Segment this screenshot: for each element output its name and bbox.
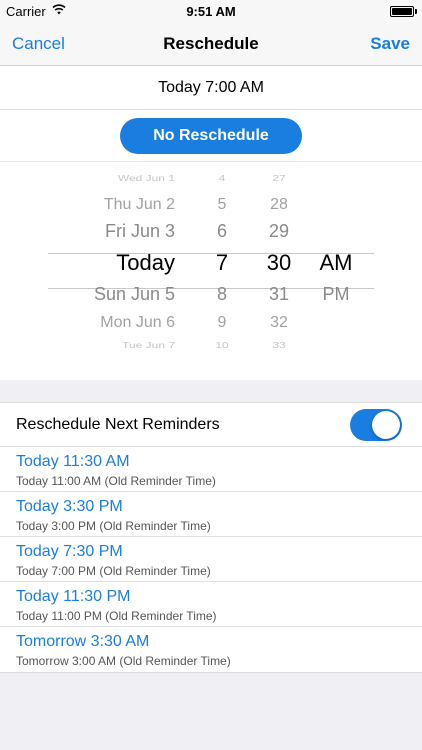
nav-bar: Cancel Reschedule Save	[0, 22, 422, 66]
no-reschedule-area: No Reschedule	[0, 110, 422, 162]
picker-hour[interactable]: 6	[192, 221, 252, 243]
status-bar: Carrier 9:51 AM	[0, 0, 422, 22]
picker-day[interactable]: Thu Jun 2	[104, 195, 175, 214]
reminder-new-time: Today 3:30 PM	[16, 498, 123, 515]
reschedule-next-toggle[interactable]	[350, 409, 402, 441]
reminder-new-time: Today 11:30 PM	[16, 588, 131, 605]
picker-minute[interactable]: 27	[249, 173, 309, 183]
reschedule-next-label: Reschedule Next Reminders	[16, 416, 220, 433]
reminder-row[interactable]: Today 7:30 PM Today 7:00 PM (Old Reminder…	[0, 537, 422, 582]
reminder-row[interactable]: Tomorrow 3:30 AM Tomorrow 3:00 AM (Old Re…	[0, 627, 422, 672]
reminder-row[interactable]: Today 11:30 PM Today 11:00 PM (Old Remind…	[0, 582, 422, 627]
reminder-row[interactable]: Today 11:30 AM Today 11:00 AM (Old Remind…	[0, 447, 422, 492]
picker-ampm[interactable]: PM	[306, 284, 366, 306]
status-time: 9:51 AM	[186, 4, 236, 19]
reminder-list: Today 11:30 AM Today 11:00 AM (Old Remind…	[0, 447, 422, 672]
picker-ampm[interactable]: AM	[306, 250, 366, 276]
picker-hour[interactable]: 4	[192, 173, 252, 183]
picker-minute[interactable]: 33	[249, 340, 309, 350]
reminder-old-time: Today 3:00 PM (Old Reminder Time)	[16, 519, 211, 533]
picker-hour[interactable]: 7	[192, 250, 252, 276]
reminder-new-time: Today 11:30 AM	[16, 453, 130, 470]
reminder-old-time: Today 11:00 AM (Old Reminder Time)	[16, 474, 216, 488]
no-reschedule-button[interactable]: No Reschedule	[120, 118, 302, 154]
picker-day[interactable]: Fri Jun 3	[105, 221, 175, 243]
picker-minute[interactable]: 30	[249, 250, 309, 276]
picker-minute[interactable]: 31	[249, 284, 309, 306]
picker-minute[interactable]: 29	[249, 221, 309, 243]
picker-day[interactable]: Tue Jun 7	[122, 340, 175, 350]
picker-hour[interactable]: 10	[192, 340, 252, 350]
save-button[interactable]: Save	[370, 34, 410, 54]
picker-hour[interactable]: 5	[192, 195, 252, 214]
picker-day[interactable]: Today	[116, 250, 175, 276]
picker-day[interactable]: Sun Jun 5	[94, 284, 175, 306]
battery-icon	[390, 6, 414, 17]
page-title: Reschedule	[163, 34, 259, 53]
reminder-old-time: Today 7:00 PM (Old Reminder Time)	[16, 564, 211, 578]
reminder-new-time: Today 7:30 PM	[16, 543, 123, 560]
picker-day[interactable]: Mon Jun 6	[100, 313, 175, 332]
picker-minute[interactable]: 28	[249, 195, 309, 214]
battery-tip	[415, 9, 417, 14]
toggle-knob	[372, 411, 400, 439]
reminder-row[interactable]: Today 3:30 PM Today 3:00 PM (Old Reminder…	[0, 492, 422, 537]
reminder-old-time: Today 11:00 PM (Old Reminder Time)	[16, 609, 217, 623]
date-time-picker[interactable]: Wed Jun 1 Thu Jun 2 Fri Jun 3 Today Sun Jun …	[0, 162, 422, 380]
picker-hour[interactable]: 9	[192, 313, 252, 332]
selected-datetime: Today 7:00 AM	[0, 66, 422, 110]
reschedule-next-row: Reschedule Next Reminders	[0, 403, 422, 447]
picker-day[interactable]: Wed Jun 1	[118, 173, 175, 183]
reminder-old-time: Tomorrow 3:00 AM (Old Reminder Time)	[16, 654, 231, 668]
reminder-new-time: Tomorrow 3:30 AM	[16, 633, 150, 650]
reminders-group: Reschedule Next Reminders Today 11:30 AM…	[0, 402, 422, 673]
picker-minute[interactable]: 32	[249, 313, 309, 332]
picker-hour[interactable]: 8	[192, 284, 252, 306]
